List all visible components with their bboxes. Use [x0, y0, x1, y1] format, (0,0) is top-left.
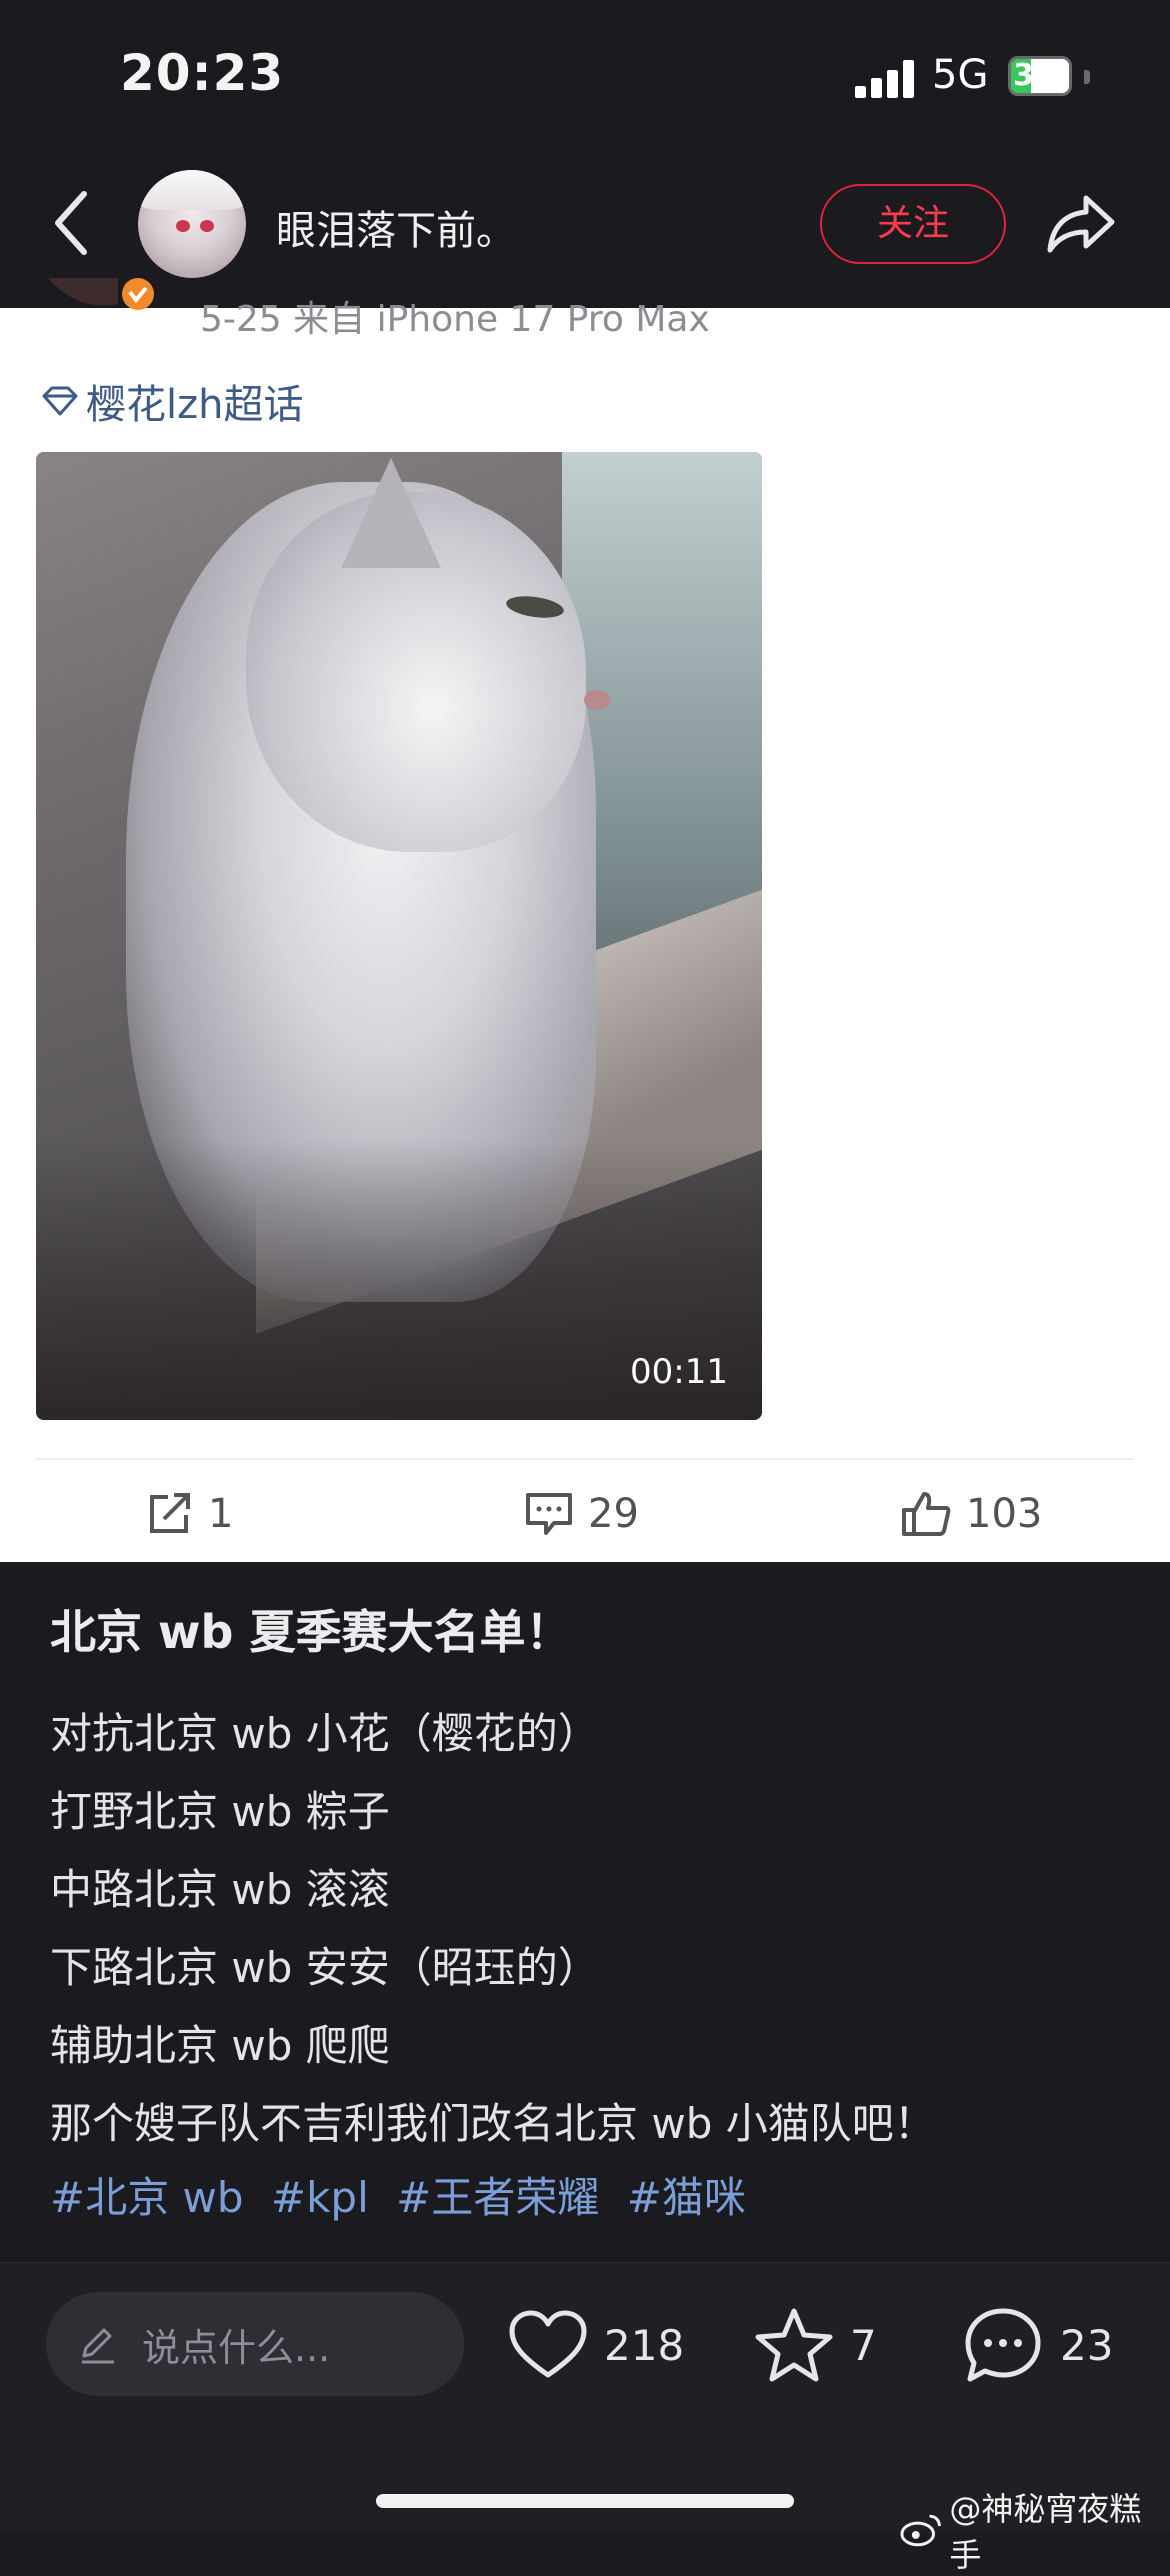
- author-avatar[interactable]: [138, 170, 246, 278]
- heart-icon: [509, 2310, 587, 2378]
- star-icon: [755, 2308, 833, 2382]
- comment-count: 29: [588, 1491, 639, 1537]
- repost-icon: [150, 1493, 190, 1533]
- caption-title: 北京 wb 夏季赛大名单！: [50, 1605, 572, 1659]
- heart-like-button[interactable]: 218: [508, 2310, 684, 2380]
- chat-bubble-icon: [965, 2308, 1041, 2382]
- back-arrow-icon[interactable]: [52, 188, 92, 258]
- caption-line: 打野北京 wb 粽子: [50, 1787, 390, 1836]
- comment-icon: [526, 1493, 572, 1535]
- pencil-icon: [82, 2328, 114, 2364]
- video-duration: 00:11: [630, 1352, 728, 1392]
- author-avatar-small: [48, 278, 154, 310]
- repost-count: 1: [208, 1491, 234, 1537]
- caption-line: 下路北京 wb 安安（昭珏的）: [50, 1943, 600, 1992]
- comment-input[interactable]: 说点什么...: [46, 2292, 464, 2396]
- caption-line: 那个嫂子队不吉利我们改名北京 wb 小猫队吧！: [50, 2099, 936, 2148]
- hashtag-row: #北京 wb #kpl #王者荣耀 #猫咪: [50, 2164, 760, 2225]
- repost-button[interactable]: 1: [146, 1484, 233, 1544]
- post-meta: 5-25 来自 iPhone 17 Pro Max: [200, 299, 710, 340]
- battery-icon: 35⚡: [1008, 56, 1072, 96]
- watermark: @神秘宵夜糕手: [900, 2484, 1170, 2576]
- hashtag-link[interactable]: #kpl: [271, 2173, 369, 2222]
- like-count: 103: [966, 1491, 1043, 1537]
- weibo-logo-icon: [900, 2514, 941, 2547]
- comment-placeholder: 说点什么...: [142, 2325, 331, 2370]
- favorite-button[interactable]: 7: [754, 2308, 877, 2382]
- share-icon[interactable]: [1046, 190, 1118, 256]
- hashtag-link[interactable]: #王者荣耀: [396, 2173, 599, 2222]
- comment-button[interactable]: 29: [524, 1484, 639, 1544]
- battery-tip: [1084, 70, 1090, 84]
- topic-link[interactable]: 樱花lzh超话: [40, 372, 303, 430]
- network-type: 5G: [932, 52, 989, 98]
- follow-button[interactable]: 关注: [820, 184, 1006, 264]
- battery-percent: 35: [1013, 58, 1055, 93]
- hashtag-link[interactable]: #猫咪: [627, 2173, 746, 2222]
- caption-line: 对抗北京 wb 小花（樱花的）: [50, 1709, 600, 1758]
- comments-button[interactable]: 23: [962, 2308, 1114, 2382]
- caption-line: 辅助北京 wb 爬爬: [50, 2021, 390, 2070]
- thumbs-up-icon: [902, 1492, 951, 1536]
- heart-like-count: 218: [604, 2320, 685, 2370]
- status-time: 20:23: [120, 44, 285, 102]
- divider: [36, 1458, 1134, 1460]
- topic-label: 樱花lzh超话: [86, 382, 304, 428]
- watermark-text: @神秘宵夜糕手: [949, 2490, 1142, 2574]
- favorite-count: 7: [850, 2320, 877, 2370]
- like-button[interactable]: 103: [900, 1484, 1042, 1544]
- signal-icon: [855, 58, 915, 98]
- video-player[interactable]: 00:11: [36, 452, 762, 1420]
- hashtag-link[interactable]: #北京 wb: [50, 2173, 244, 2222]
- comments-count: 23: [1060, 2320, 1114, 2370]
- diamond-icon: [42, 386, 78, 416]
- home-indicator[interactable]: [376, 2494, 794, 2508]
- author-nickname[interactable]: 眼泪落下前。: [276, 198, 516, 256]
- caption-line: 中路北京 wb 滚滚: [50, 1865, 390, 1914]
